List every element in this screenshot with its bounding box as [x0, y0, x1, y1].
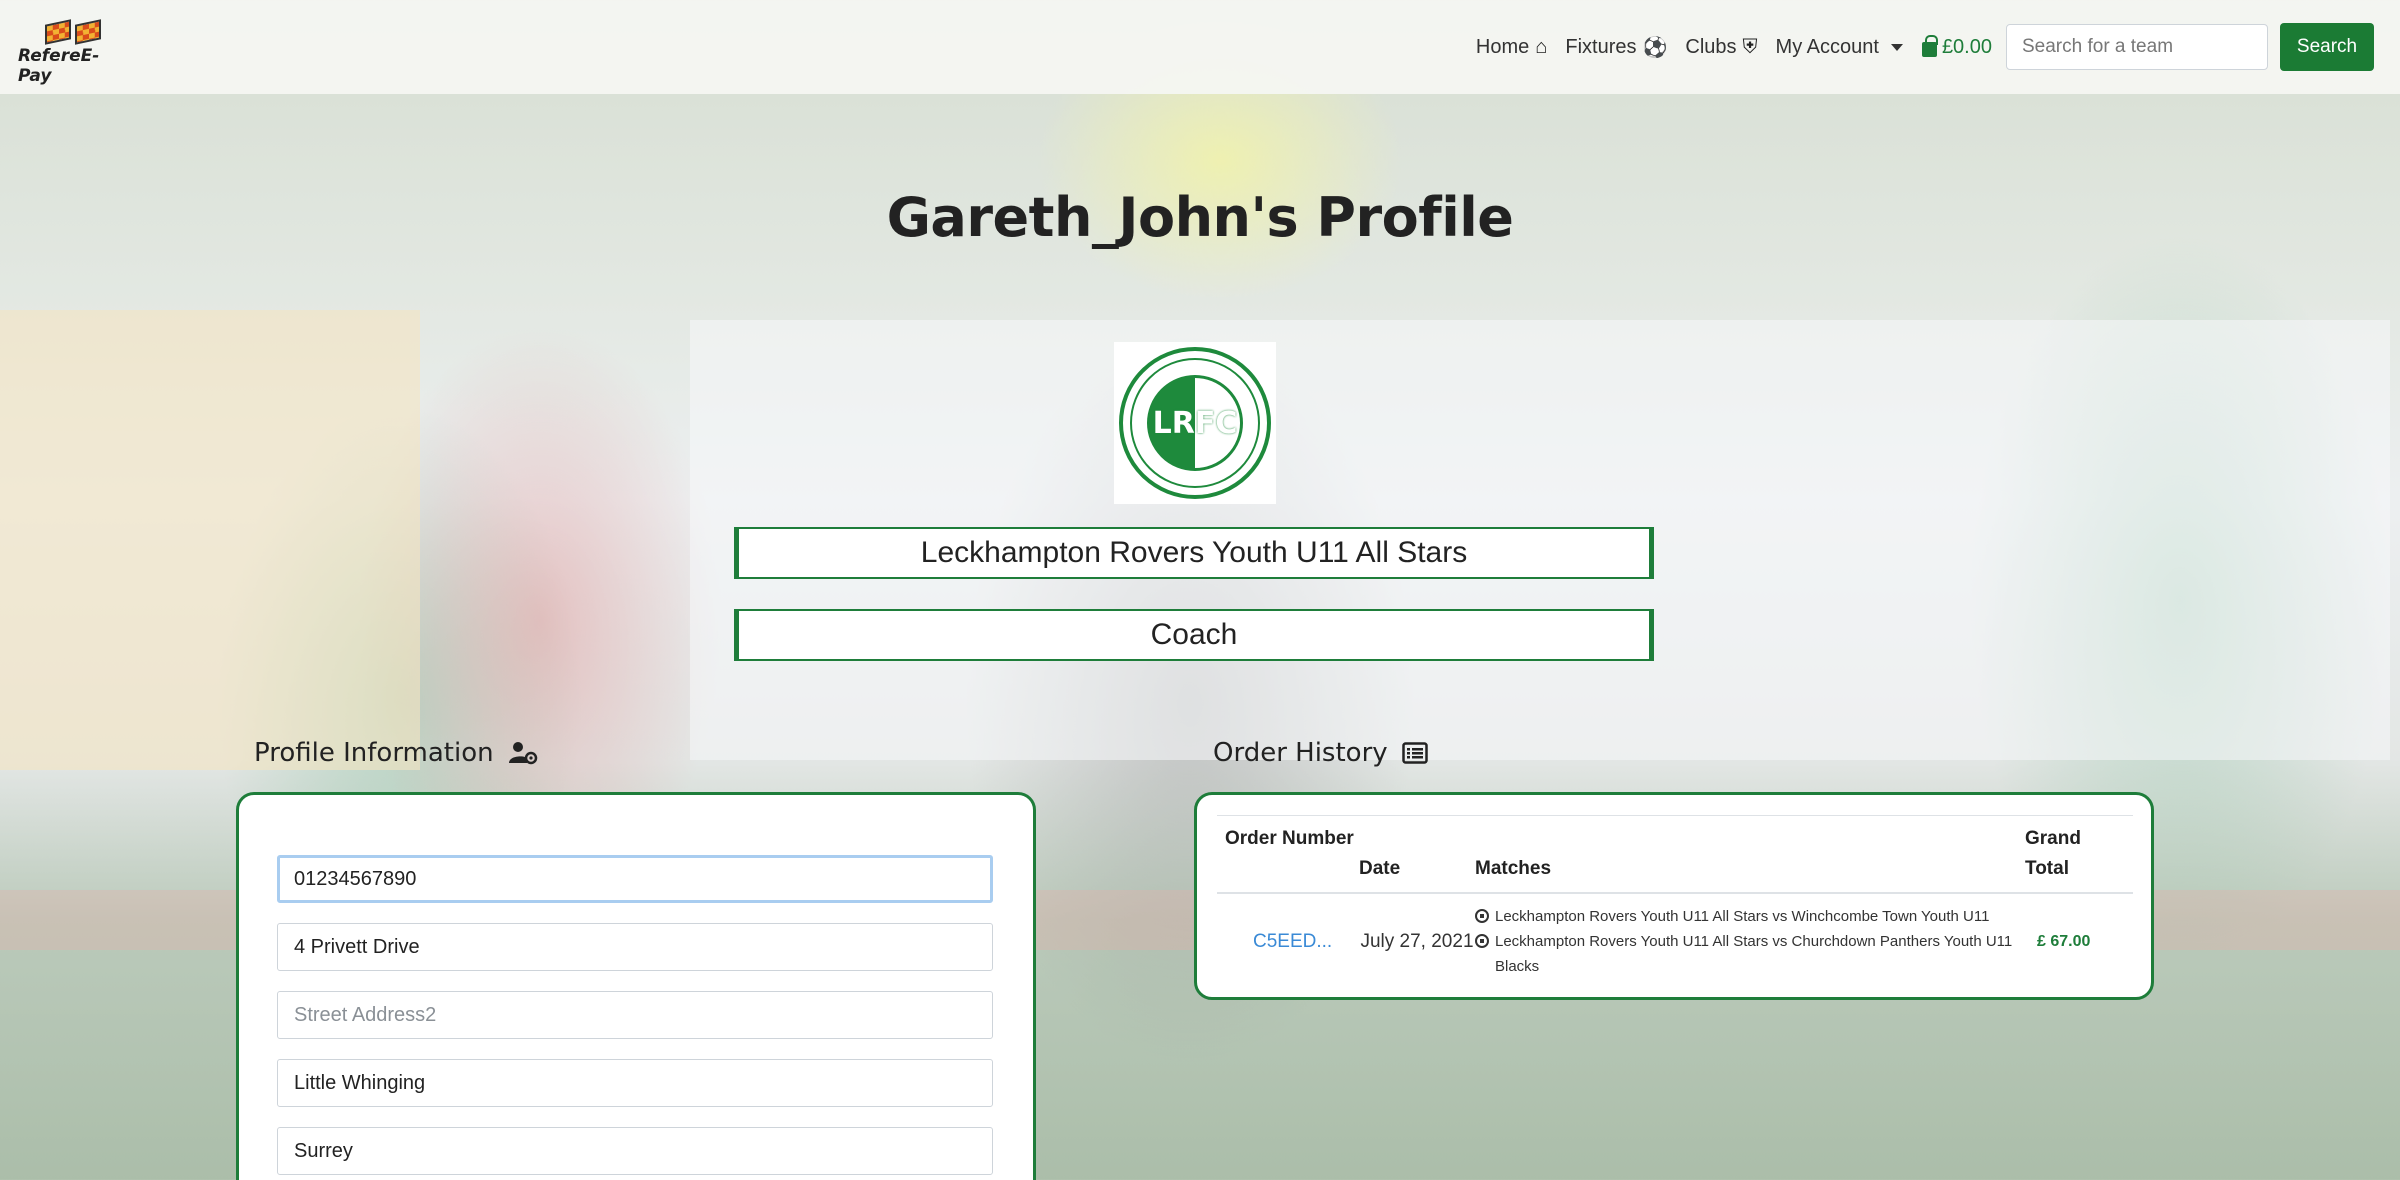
profile-info-heading-text: Profile Information: [254, 738, 494, 768]
order-matches: Leckhampton Rovers Youth U11 All Stars v…: [1475, 904, 2017, 979]
user-cog-icon: [508, 742, 537, 765]
nav-home[interactable]: Home ⌂: [1467, 36, 1556, 59]
phone-field-value: 01234567890: [294, 867, 417, 890]
team-name-box: Leckhampton Rovers Youth U11 All Stars: [734, 527, 1654, 579]
order-table: Order Number Date Matches Grand Total C5…: [1217, 815, 2133, 989]
order-date: July 27, 2021: [1360, 930, 1474, 952]
role-box: Coach: [734, 609, 1654, 661]
page-title: Gareth_John's Profile: [886, 186, 1514, 249]
team-name: Leckhampton Rovers Youth U11 All Stars: [920, 536, 1468, 569]
town-value: Little Whinging: [294, 1071, 426, 1094]
order-history-heading-text: Order History: [1213, 738, 1388, 768]
nav-clubs-label: Clubs: [1685, 35, 1737, 58]
order-history-card: Order Number Date Matches Grand Total C5…: [1194, 792, 2154, 1000]
list-alt-icon: [1401, 742, 1428, 764]
club-logo: LRFC: [1114, 342, 1276, 504]
profile-info-heading: Profile Information: [254, 738, 538, 768]
street-address-field[interactable]: 4 Privett Drive: [277, 923, 993, 971]
search-input[interactable]: [2006, 24, 2268, 70]
table-header: Order Number Date Matches Grand Total: [1217, 816, 2133, 894]
column-header-order-number: Order Number: [1225, 828, 1354, 849]
order-history-heading: Order History: [1213, 738, 1428, 768]
caret-down-icon: [1890, 43, 1903, 51]
nav-home-label: Home: [1475, 35, 1530, 58]
county-field[interactable]: Surrey: [277, 1127, 993, 1175]
nav-links: Home ⌂ Fixtures ⚽ Clubs ⛨ My Account £0.…: [1467, 23, 2374, 71]
nav-my-account-label: My Account: [1775, 35, 1879, 58]
football-icon: ⚽: [1642, 36, 1668, 59]
street-address-value: 4 Privett Drive: [294, 935, 420, 958]
brand-logo[interactable]: RefereE-Pay: [18, 8, 128, 86]
brand-name: RefereE-Pay: [18, 46, 100, 86]
match-text: Leckhampton Rovers Youth U11 All Stars v…: [1495, 908, 1990, 925]
football-icon: [1475, 934, 1489, 948]
home-icon: ⌂: [1535, 35, 1548, 58]
nav-my-account[interactable]: My Account: [1767, 36, 1912, 59]
club-crest-icon: LRFC: [1119, 347, 1271, 499]
role-name: Coach: [1150, 618, 1238, 651]
cart-total: £0.00: [1941, 35, 1992, 58]
street-address2-field[interactable]: Street Address2: [277, 991, 993, 1039]
match-item: Leckhampton Rovers Youth U11 All Stars v…: [1475, 904, 2017, 929]
street-address2-placeholder: Street Address2: [294, 1003, 437, 1026]
nav-fixtures[interactable]: Fixtures ⚽: [1556, 35, 1676, 60]
column-header-matches: Matches: [1475, 858, 1552, 879]
county-value: Surrey: [294, 1139, 353, 1162]
order-number-link[interactable]: C5EED...: [1225, 931, 1332, 952]
cart-button[interactable]: £0.00: [1912, 34, 2002, 59]
column-header-date: Date: [1359, 858, 1401, 879]
football-icon: [1475, 909, 1489, 923]
shopping-bag-icon: [1921, 34, 1938, 57]
table-row: C5EED... July 27, 2021 Leckhampton Rover…: [1217, 894, 2133, 989]
navbar: RefereE-Pay Home ⌂ Fixtures ⚽ Clubs ⛨ My…: [0, 0, 2400, 94]
nav-clubs[interactable]: Clubs ⛨: [1676, 36, 1766, 59]
grand-total: £ 67.00: [2037, 932, 2091, 950]
column-header-grand-total: Grand Total: [2025, 828, 2081, 879]
phone-field[interactable]: 01234567890: [277, 855, 993, 903]
profile-info-card: 01234567890 4 Privett Drive Street Addre…: [236, 792, 1036, 1180]
match-item: Leckhampton Rovers Youth U11 All Stars v…: [1475, 929, 2017, 979]
nav-fixtures-label: Fixtures: [1565, 35, 1637, 58]
checkered-flags-icon: [43, 8, 103, 45]
match-text: Leckhampton Rovers Youth U11 All Stars v…: [1495, 933, 2013, 975]
town-field[interactable]: Little Whinging: [277, 1059, 993, 1107]
search-button[interactable]: Search: [2280, 23, 2374, 71]
club-logo-text: LRFC: [1147, 375, 1243, 471]
shield-icon: ⛨: [1742, 35, 1758, 58]
